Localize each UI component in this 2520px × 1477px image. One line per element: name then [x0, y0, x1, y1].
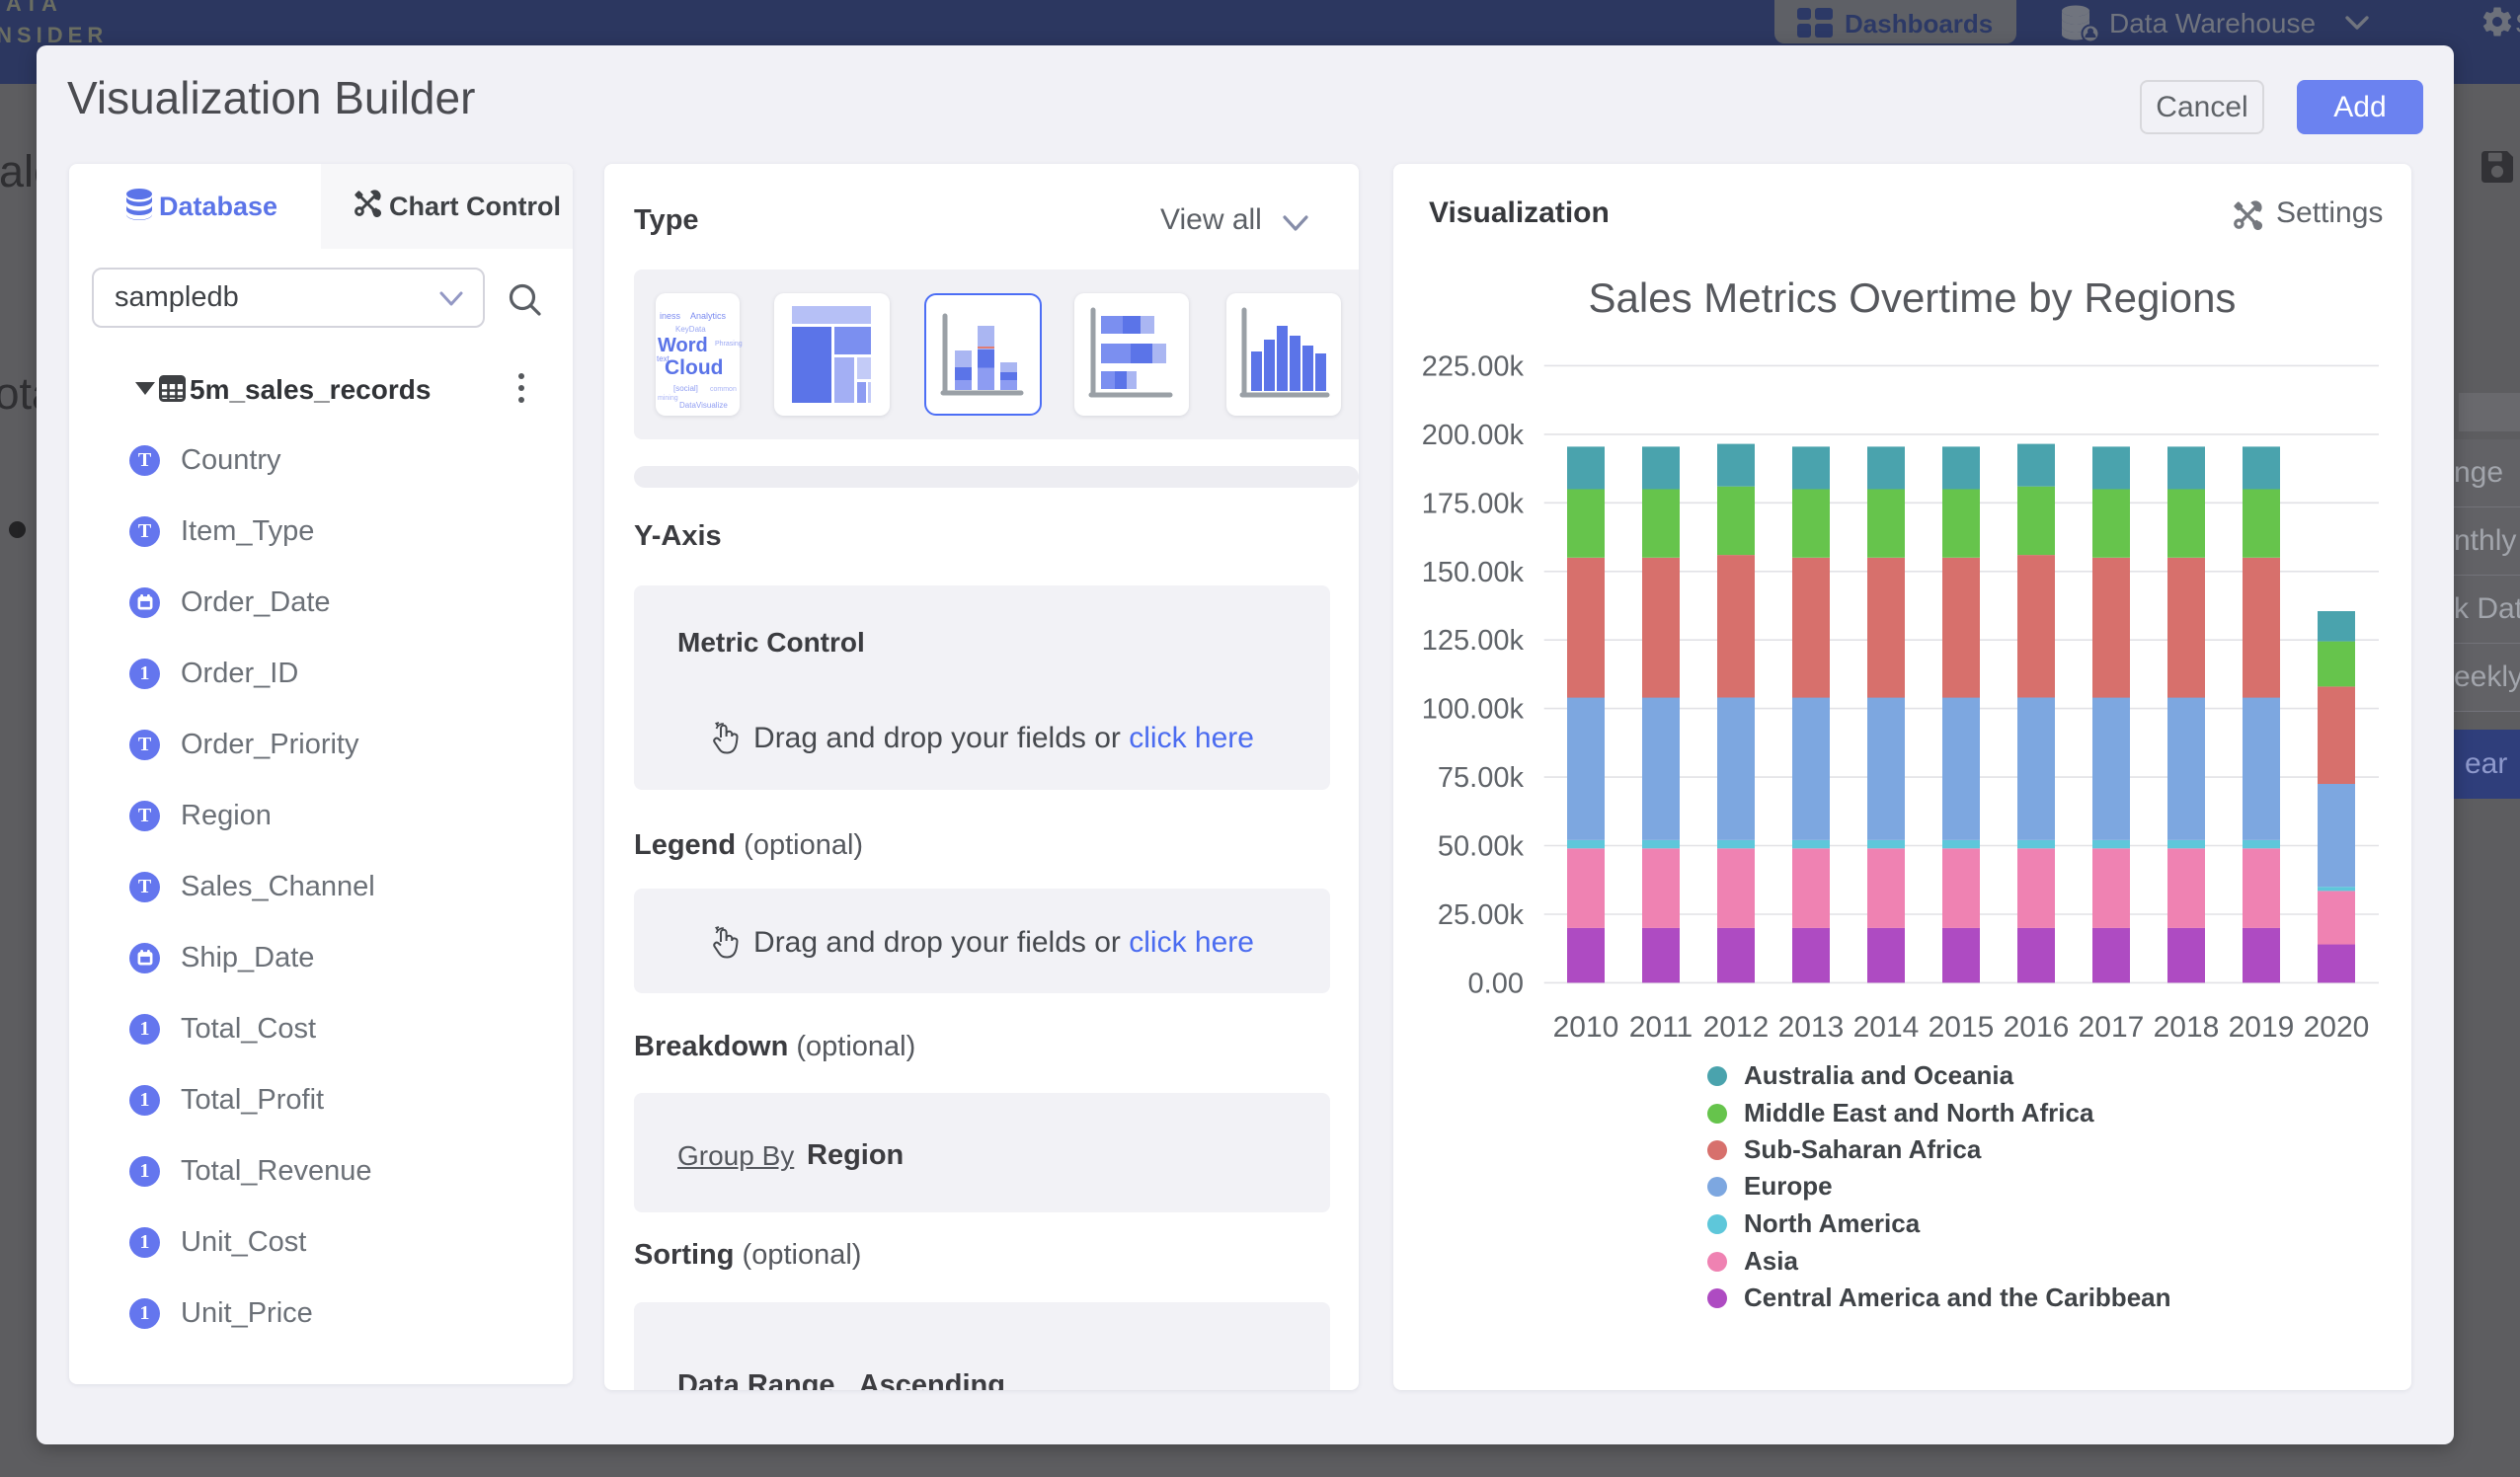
svg-text:25.00k: 25.00k	[1438, 899, 1525, 931]
svg-text:125.00k: 125.00k	[1422, 625, 1525, 657]
svg-text:2012: 2012	[1703, 1011, 1770, 1044]
svg-text:2010: 2010	[1553, 1011, 1619, 1044]
svg-text:2015: 2015	[1929, 1011, 1995, 1044]
svg-text:0.00: 0.00	[1468, 968, 1524, 999]
svg-text:100.00k: 100.00k	[1422, 694, 1525, 726]
svg-text:2016: 2016	[2004, 1011, 2070, 1044]
svg-text:50.00k: 50.00k	[1438, 831, 1525, 863]
svg-text:2011: 2011	[1629, 1011, 1693, 1044]
svg-text:200.00k: 200.00k	[1422, 420, 1525, 451]
svg-text:2019: 2019	[2229, 1011, 2295, 1044]
svg-text:150.00k: 150.00k	[1422, 557, 1525, 588]
svg-text:175.00k: 175.00k	[1422, 488, 1525, 519]
svg-text:2013: 2013	[1778, 1011, 1845, 1044]
svg-text:225.00k: 225.00k	[1422, 350, 1525, 382]
svg-text:2017: 2017	[2079, 1011, 2145, 1044]
svg-text:75.00k: 75.00k	[1438, 762, 1525, 794]
svg-text:2014: 2014	[1853, 1011, 1920, 1044]
svg-text:2020: 2020	[2304, 1011, 2370, 1044]
svg-text:2018: 2018	[2154, 1011, 2220, 1044]
